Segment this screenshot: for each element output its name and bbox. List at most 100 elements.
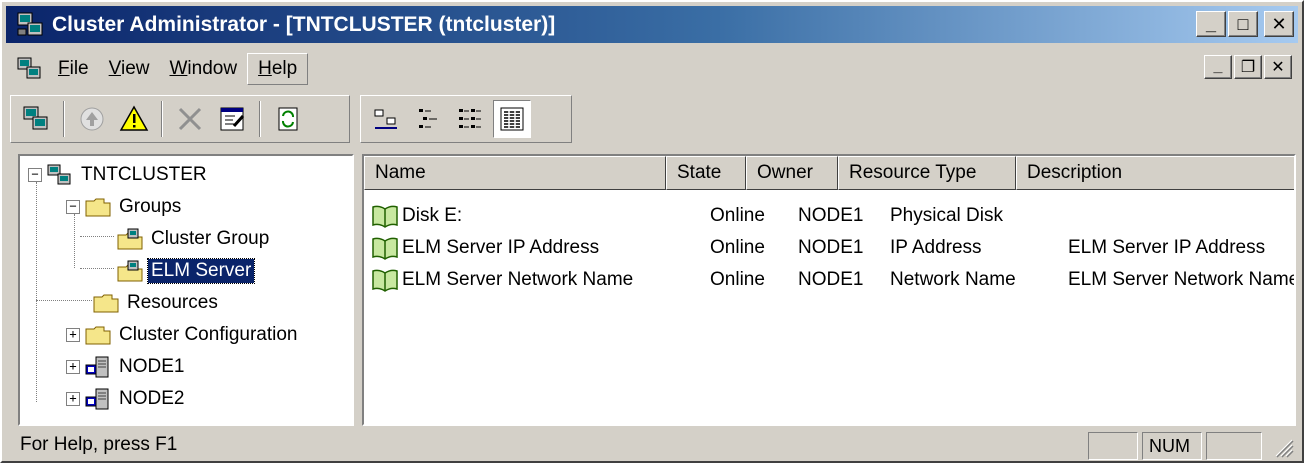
tree-node-groups[interactable]: − Groups: [66, 192, 184, 222]
collapse-icon[interactable]: −: [28, 168, 42, 182]
cell-name: ELM Server IP Address: [402, 237, 600, 258]
open-connection-icon: [23, 106, 48, 130]
toolbar-group-views: [360, 95, 572, 143]
close-button[interactable]: ✕: [1264, 11, 1294, 37]
column-header-label: Resource Type: [849, 162, 977, 183]
toolbar-group-actions: [10, 95, 350, 143]
status-bar: For Help, press F1 NUM: [6, 430, 1298, 460]
cell-owner: NODE1: [798, 269, 864, 290]
folder-icon: [85, 198, 111, 217]
refresh-button[interactable]: [269, 100, 307, 138]
cluster-administrator-window: Cluster Administrator - [TNTCLUSTER (tnt…: [0, 0, 1304, 463]
details-view-icon: [500, 107, 524, 131]
resize-grip-icon[interactable]: [1272, 436, 1294, 458]
large-icons-view-button[interactable]: [367, 100, 405, 138]
resource-list-pane[interactable]: Name State Owner Resource Type Descripti…: [362, 154, 1296, 426]
menu-help[interactable]: Help: [247, 53, 309, 85]
cell-resource-type: Network Name: [890, 269, 1016, 290]
menu-window-label: indow: [187, 58, 238, 79]
menu-window[interactable]: Window: [159, 54, 247, 84]
table-row[interactable]: ELM Server Network Name Online NODE1 Net…: [364, 264, 1294, 296]
column-header-label: Name: [375, 162, 426, 183]
take-offline-button[interactable]: [115, 100, 153, 138]
mdi-minimize-button[interactable]: _: [1204, 55, 1232, 79]
expand-icon[interactable]: +: [66, 392, 80, 406]
title-bar[interactable]: Cluster Administrator - [TNTCLUSTER (tnt…: [6, 6, 1298, 43]
minimize-icon: _: [1213, 58, 1223, 75]
list-view-icon: [459, 109, 481, 128]
server-node-icon: [85, 388, 109, 410]
column-header-label: Owner: [757, 162, 813, 183]
cell-owner: NODE1: [798, 237, 864, 258]
minimize-button[interactable]: _: [1196, 11, 1226, 37]
tree-label-cluster-group: Cluster Group: [151, 228, 270, 249]
column-header-description[interactable]: Description: [1016, 156, 1294, 190]
resource-book-icon: [372, 237, 398, 260]
tree-node-tntcluster[interactable]: − TNTCLUSTER: [28, 160, 210, 190]
column-header-owner[interactable]: Owner: [746, 156, 838, 190]
folder-icon: [85, 326, 111, 345]
open-connection-button[interactable]: [17, 100, 55, 138]
cell-description: ELM Server IP Address: [1068, 237, 1266, 258]
column-header-state[interactable]: State: [666, 156, 746, 190]
properties-button[interactable]: [213, 100, 251, 138]
small-icons-view-button[interactable]: [409, 100, 447, 138]
list-view-button[interactable]: [451, 100, 489, 138]
status-text: For Help, press F1: [20, 434, 178, 455]
status-panel-empty: [1206, 432, 1262, 460]
status-panel-num: NUM: [1142, 432, 1202, 460]
cell-state: Online: [710, 237, 765, 258]
table-row[interactable]: Disk E: Online NODE1 Physical Disk: [364, 200, 1294, 232]
window-title: Cluster Administrator - [TNTCLUSTER (tnt…: [52, 12, 556, 36]
cluster-icon: [47, 164, 71, 185]
tree-connector: [36, 182, 37, 402]
mdi-restore-button[interactable]: ❐: [1234, 55, 1262, 79]
mdi-close-button[interactable]: ✕: [1264, 55, 1292, 79]
details-view-button[interactable]: [493, 100, 531, 138]
column-header-label: State: [677, 162, 722, 183]
cell-name: ELM Server Network Name: [402, 269, 634, 290]
menu-file[interactable]: File: [48, 54, 99, 84]
bring-online-button[interactable]: [73, 100, 111, 138]
bring-online-icon: [80, 107, 104, 131]
menu-window-accelerator: W: [169, 58, 188, 79]
cell-owner: NODE1: [798, 205, 864, 226]
properties-icon: [220, 107, 245, 131]
collapse-icon[interactable]: −: [66, 200, 80, 214]
delete-button[interactable]: [171, 100, 209, 138]
expand-icon[interactable]: +: [66, 328, 80, 342]
column-header-resource-type[interactable]: Resource Type: [838, 156, 1016, 190]
tree-node-node2[interactable]: + NODE2: [66, 384, 187, 414]
menu-file-label: ile: [69, 58, 89, 79]
cell-state: Online: [710, 269, 765, 290]
take-offline-icon: [119, 105, 149, 131]
resource-book-icon: [372, 205, 398, 228]
group-folder-icon: [117, 228, 143, 250]
document-system-menu-icon[interactable]: [16, 56, 44, 82]
delete-icon: [178, 107, 202, 131]
close-icon: ✕: [1271, 13, 1287, 34]
column-header-name[interactable]: Name: [364, 156, 666, 190]
tree-node-node1[interactable]: + NODE1: [66, 352, 187, 382]
tree-node-elm-server[interactable]: ELM Server: [116, 256, 256, 286]
column-header-label: Description: [1027, 162, 1123, 183]
menu-view[interactable]: View: [99, 54, 160, 84]
tree-label-tntcluster: TNTCLUSTER: [81, 164, 207, 185]
tree-connector: [80, 268, 114, 269]
resource-book-icon: [372, 269, 398, 292]
tree-label-node2: NODE2: [119, 388, 185, 409]
tree-label-cluster-configuration: Cluster Configuration: [119, 324, 298, 345]
maximize-button[interactable]: □: [1228, 11, 1258, 37]
tree-node-resources[interactable]: Resources: [92, 288, 221, 318]
tree-pane[interactable]: − TNTCLUSTER − Groups Cluster Group ELM …: [18, 154, 354, 426]
tree-node-cluster-configuration[interactable]: + Cluster Configuration: [66, 320, 300, 350]
expand-icon[interactable]: +: [66, 360, 80, 374]
menu-file-accelerator: F: [58, 58, 70, 79]
maximize-icon: □: [1237, 13, 1249, 34]
server-node-icon: [85, 356, 109, 378]
cluster-app-icon: [17, 12, 43, 35]
tree-node-cluster-group[interactable]: Cluster Group: [116, 224, 272, 254]
tree-connector: [74, 214, 75, 268]
refresh-icon: [278, 107, 298, 131]
table-row[interactable]: ELM Server IP Address Online NODE1 IP Ad…: [364, 232, 1294, 264]
